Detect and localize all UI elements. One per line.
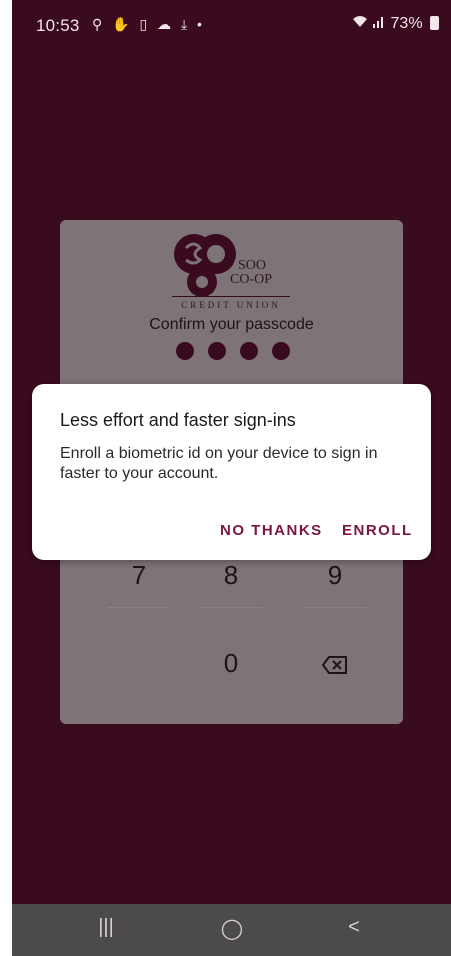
key-8[interactable]: 8 <box>200 560 262 591</box>
passcode-dot <box>272 342 290 360</box>
key-underline <box>108 607 170 608</box>
battery-percent: 73% <box>390 15 423 32</box>
passcode-dot <box>176 342 194 360</box>
passcode-dot <box>240 342 258 360</box>
recent-apps-button[interactable]: ||| <box>76 916 136 946</box>
system-icons: 73% <box>352 15 439 33</box>
logo-mark-icon <box>174 234 236 297</box>
backspace-button[interactable] <box>304 650 366 681</box>
passcode-dot <box>208 342 226 360</box>
passcode-dots <box>172 342 292 362</box>
key-underline <box>200 607 262 608</box>
system-nav-bar: ||| ◯ < <box>12 904 451 956</box>
screen: 10:53 ⚲ ✋ ▯ ☁ ⤓ • 73% SOO CO-OP CREDIT U… <box>12 0 451 956</box>
biometric-dialog: Less effort and faster sign-ins Enroll a… <box>32 384 431 560</box>
logo-text-coop: CO-OP <box>230 272 273 287</box>
no-thanks-button[interactable]: NO THANKS <box>220 522 323 539</box>
enroll-button[interactable]: ENROLL <box>342 522 413 539</box>
backspace-icon <box>321 656 347 674</box>
status-time: 10:53 <box>36 16 80 35</box>
signal-icon <box>373 17 384 28</box>
status-bar: 10:53 ⚲ ✋ ▯ ☁ ⤓ • 73% <box>12 0 451 48</box>
key-9[interactable]: 9 <box>304 560 366 591</box>
dialog-message: Enroll a biometric id on your device to … <box>60 445 378 482</box>
phone-frame: 10:53 ⚲ ✋ ▯ ☁ ⤓ • 73% SOO CO-OP CREDIT U… <box>0 0 451 956</box>
home-button[interactable]: ◯ <box>202 916 262 946</box>
key-underline <box>304 607 366 608</box>
dialog-title: Less effort and faster sign-ins <box>60 410 296 430</box>
notification-icons: ⚲ ✋ ▯ ☁ ⤓ • <box>92 16 205 32</box>
wifi-icon <box>352 16 367 27</box>
logo-divider <box>172 296 290 297</box>
logo-credit-union: CREDIT UNION <box>181 300 281 310</box>
credit-union-logo: SOO CO-OP CREDIT UNION <box>60 232 403 312</box>
key-0[interactable]: 0 <box>200 648 262 679</box>
passcode-prompt: Confirm your passcode <box>149 316 314 333</box>
battery-icon <box>430 16 439 30</box>
key-7[interactable]: 7 <box>108 560 170 591</box>
back-button[interactable]: < <box>324 916 384 946</box>
